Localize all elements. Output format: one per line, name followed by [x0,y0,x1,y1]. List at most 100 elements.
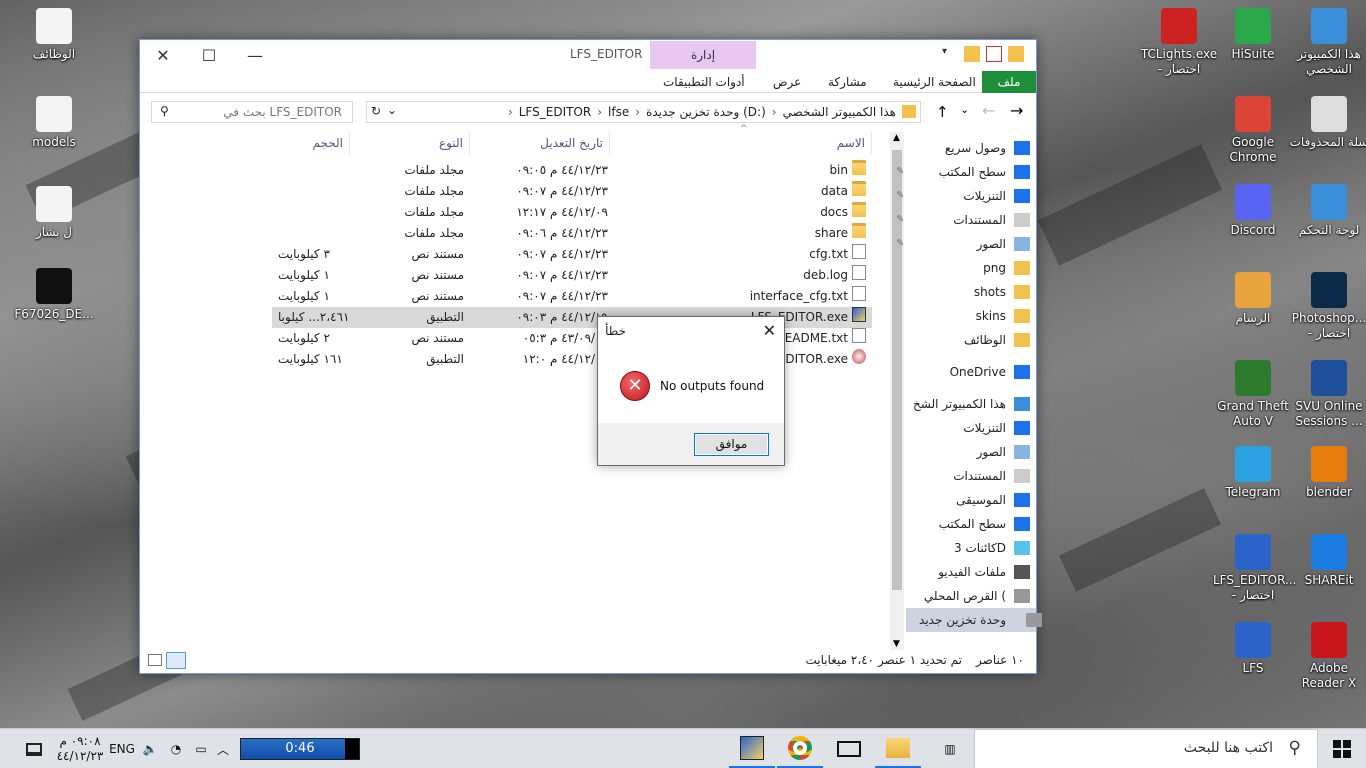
nav-item[interactable]: سطح المكتب [939,512,1030,536]
desktop-right-icon-1[interactable]: HiSuite [1213,8,1293,62]
nav-item[interactable]: هذا الكمبيوتر الشخ [913,392,1030,416]
taskbar-lfs-editor[interactable] [729,729,775,768]
nav-item[interactable]: القرص المحلي ( [924,584,1030,608]
file-row[interactable]: مجلد ملفات ٤٤/١٢/٢٣ م ٠٩:٠٥ bin [272,160,872,181]
desktop-right-icon-13[interactable]: SHAREit [1289,534,1366,588]
desktop-right-icon-14[interactable]: LFS_EDITOR... - اختصار [1213,534,1296,603]
nav-item[interactable]: OneDrive [950,360,1030,384]
column-size[interactable]: الحجم [272,132,350,154]
breadcrumb-item[interactable]: lfse [608,105,629,119]
desktop-right-icon-16[interactable]: LFS [1213,622,1293,676]
desktop-right-icon-8[interactable]: الرسام [1213,272,1293,326]
desktop-right-icon-5[interactable]: لوحة التحكم [1289,184,1366,238]
list-view-icon[interactable] [166,652,186,669]
breadcrumb-separator-icon[interactable]: › [508,105,513,119]
pin-icon[interactable]: ✎ [896,166,904,177]
taskbar-file-explorer[interactable] [875,729,921,768]
battery-icon[interactable]: ▭ [190,729,212,768]
desktop-right-icon-0[interactable]: هذا الكمبيوتر الشخصي [1289,8,1366,77]
notification-icon[interactable] [14,729,54,768]
tab-share[interactable]: مشاركة [820,71,875,93]
desktop-left-icon-3[interactable]: F67026_DE... [14,268,94,322]
search-input[interactable]: ⚲ بحث في LFS_EDITOR [151,101,353,123]
desktop-right-icon-7[interactable]: Photoshop... - اختصار [1289,272,1366,341]
refresh-icon[interactable]: ↻ [371,104,381,118]
desktop-right-icon-2[interactable]: TCLights.exe - اختصار [1139,8,1219,77]
language-indicator[interactable]: ENG [108,729,136,768]
properties-icon[interactable] [986,46,1002,62]
nav-item[interactable]: سطح المكتب [939,160,1030,184]
taskbar-search-box[interactable]: ⚲ اكتب هنا للبحث [974,729,1318,768]
taskbar-mail[interactable] [826,729,872,768]
desktop-left-icon-1[interactable]: models [14,96,94,150]
desktop-right-icon-12[interactable]: Telegram [1213,446,1293,500]
desktop-right-icon-9[interactable]: SVU Online Sessions ... [1289,360,1366,429]
column-type[interactable]: النوع [350,132,470,154]
desktop-right-icon-3[interactable]: سلة المحذوفات [1289,96,1366,150]
desktop-right-icon-15[interactable]: Adobe Reader X [1289,622,1366,691]
nav-item[interactable]: التنزيلات [963,416,1030,440]
nav-item[interactable]: png [983,256,1030,280]
file-row[interactable]: مجلد ملفات ٤٤/١٢/٢٣ م ٠٩:٠٦ share [272,223,872,244]
file-row[interactable]: مجلد ملفات ٤٤/١٢/٠٩ م ١٢:١٧ docs [272,202,872,223]
up-arrow-icon[interactable]: ↑ [936,103,949,121]
desktop-right-icon-11[interactable]: blender [1289,446,1366,500]
breadcrumb-item[interactable]: هذا الكمبيوتر الشخصي [783,105,896,119]
nav-item[interactable]: ملفات الفيديو [938,560,1030,584]
nav-item[interactable]: وحدة تخزين جديد [906,608,1042,632]
file-row[interactable]: ٣ كيلوبايت مستند نص ٤٤/١٢/٢٣ م ٠٩:٠٧ cfg.tx… [272,244,872,265]
breadcrumb-item[interactable]: وحدة تخزين جديدة (D:) [646,105,766,119]
desktop-right-icon-6[interactable]: Discord [1213,184,1293,238]
clock[interactable]: ٠٩:٠٨ م ٤٤/١٢/٢٣ [52,729,108,768]
nav-item[interactable]: كائنات 3D [954,536,1030,560]
tab-file[interactable]: ملف [982,71,1036,93]
back-arrow-icon[interactable]: → [1010,101,1023,120]
tab-app-tools[interactable]: أدوات التطبيقات [655,71,753,93]
nav-item[interactable]: وصول سريع [945,136,1030,160]
chevron-up-icon[interactable]: ︿ [214,729,232,768]
desktop-right-icon-10[interactable]: Grand Theft Auto V [1213,360,1293,429]
file-row[interactable]: ١ كيلوبايت مستند نص ٤٤/١٢/٢٣ م ٠٩:٠٧ deb.lo… [272,265,872,286]
new-folder-icon[interactable] [964,46,980,62]
recent-chevron-icon[interactable]: ⌄ [960,103,969,116]
network-icon[interactable]: ◔ [165,729,187,768]
details-view-icon[interactable] [148,654,162,666]
chevron-down-icon[interactable]: ⌄ [387,103,397,117]
nav-item[interactable]: الصور [977,440,1030,464]
pin-icon[interactable]: ✎ [896,214,904,225]
task-view-icon[interactable]: ▥ [928,729,972,768]
nav-item[interactable]: الصور [977,232,1030,256]
dialog-close-button[interactable]: ✕ [763,321,776,340]
start-button[interactable] [1318,729,1366,768]
file-row[interactable]: ١ كيلوبايت مستند نص ٤٤/١٢/٢٣ م ٠٩:٠٧ interf… [272,286,872,307]
breadcrumb-item[interactable]: LFS_EDITOR [519,105,591,119]
volume-icon[interactable]: 🔈 [140,729,160,768]
chevron-down-icon[interactable]: ▾ [942,46,958,62]
nav-item[interactable]: المستندات [953,464,1030,488]
taskbar-chrome[interactable] [777,729,823,768]
nav-item[interactable]: الموسيقى [956,488,1030,512]
file-row[interactable]: مجلد ملفات ٤٤/١٢/٢٣ م ٠٩:٠٧ data [272,181,872,202]
tab-home[interactable]: الصفحة الرئيسية [885,71,984,93]
tab-manage[interactable]: إدارة [650,41,756,69]
close-button[interactable]: ✕ [140,40,186,70]
forward-arrow-icon[interactable]: ← [982,101,995,120]
maximize-button[interactable]: ☐ [186,40,232,70]
desktop-left-icon-0[interactable]: الوظائف [14,8,94,62]
media-widget[interactable]: 0:46 [240,738,360,760]
nav-item[interactable]: المستندات [953,208,1030,232]
breadcrumb-separator-icon[interactable]: › [635,105,640,119]
column-date[interactable]: تاريخ التعديل [470,132,610,154]
tab-view[interactable]: عرض [765,71,809,93]
nav-item[interactable]: skins [976,304,1030,328]
ok-button[interactable]: موافق [694,433,769,456]
column-name[interactable]: الاسم [610,132,872,154]
pin-icon[interactable]: ✎ [896,238,904,249]
desktop-right-icon-4[interactable]: Google Chrome [1213,96,1293,165]
nav-item[interactable]: shots [974,280,1030,304]
nav-item[interactable]: الوظائف [964,328,1030,352]
pin-icon[interactable]: ✎ [896,190,904,201]
desktop-left-icon-2[interactable]: ل بشار [14,186,94,240]
address-bar[interactable]: ↻ ⌄ هذا الكمبيوتر الشخصي › وحدة تخزين جديد… [366,101,921,123]
breadcrumb-separator-icon[interactable]: › [772,105,777,119]
